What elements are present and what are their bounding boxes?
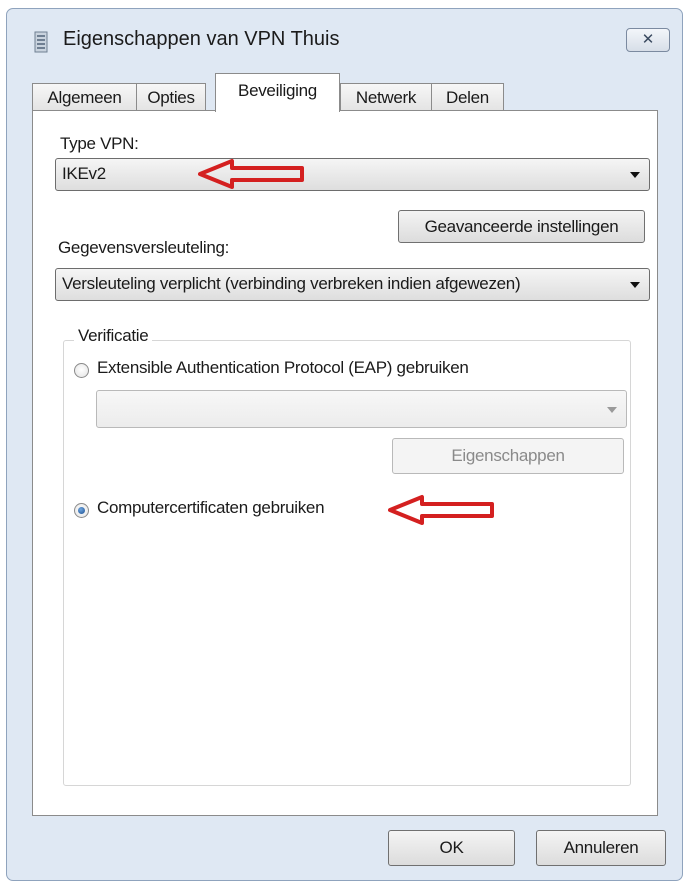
tab-panel-beveiliging: Type VPN: IKEv2 Geavanceerde instellinge… <box>32 110 658 816</box>
cancel-button[interactable]: Annuleren <box>536 830 666 866</box>
tab-algemeen[interactable]: Algemeen <box>32 83 137 111</box>
close-icon[interactable]: ✕ <box>626 28 670 52</box>
verification-group-label: Verificatie <box>74 326 153 346</box>
vpn-connection-icon <box>34 31 48 53</box>
ok-button[interactable]: OK <box>388 830 515 866</box>
encryption-label: Gegevensversleuteling: <box>58 238 230 257</box>
advanced-settings-button[interactable]: Geavanceerde instellingen <box>398 210 645 243</box>
eap-properties-button[interactable]: Eigenschappen <box>392 438 624 474</box>
certificate-radio[interactable] <box>74 503 89 518</box>
vpn-type-value: IKEv2 <box>62 164 106 183</box>
encryption-select[interactable]: Versleuteling verplicht (verbinding verb… <box>55 268 650 301</box>
annotation-arrow-icon <box>388 495 494 525</box>
dialog-window: Eigenschappen van VPN Thuis ✕ Algemeen O… <box>6 8 683 881</box>
eap-method-select[interactable] <box>96 390 627 428</box>
title-bar[interactable]: Eigenschappen van VPN Thuis ✕ <box>7 9 682 73</box>
encryption-value: Versleuteling verplicht (verbinding verb… <box>62 274 521 293</box>
tab-beveiliging[interactable]: Beveiliging <box>215 73 340 112</box>
eap-radio-label[interactable]: Extensible Authentication Protocol (EAP)… <box>97 358 469 378</box>
eap-radio[interactable] <box>74 363 89 378</box>
chevron-down-icon <box>630 172 640 178</box>
window-title: Eigenschappen van VPN Thuis <box>63 28 340 50</box>
tab-opties[interactable]: Opties <box>136 83 206 111</box>
certificate-radio-label[interactable]: Computercertificaten gebruiken <box>97 498 325 518</box>
chevron-down-icon <box>630 282 640 288</box>
vpn-type-select[interactable]: IKEv2 <box>55 158 650 191</box>
vpn-type-label: Type VPN: <box>60 134 139 153</box>
chevron-down-icon <box>607 407 617 413</box>
tab-delen[interactable]: Delen <box>431 83 504 111</box>
tab-netwerk[interactable]: Netwerk <box>340 83 432 111</box>
annotation-arrow-icon <box>198 159 304 189</box>
